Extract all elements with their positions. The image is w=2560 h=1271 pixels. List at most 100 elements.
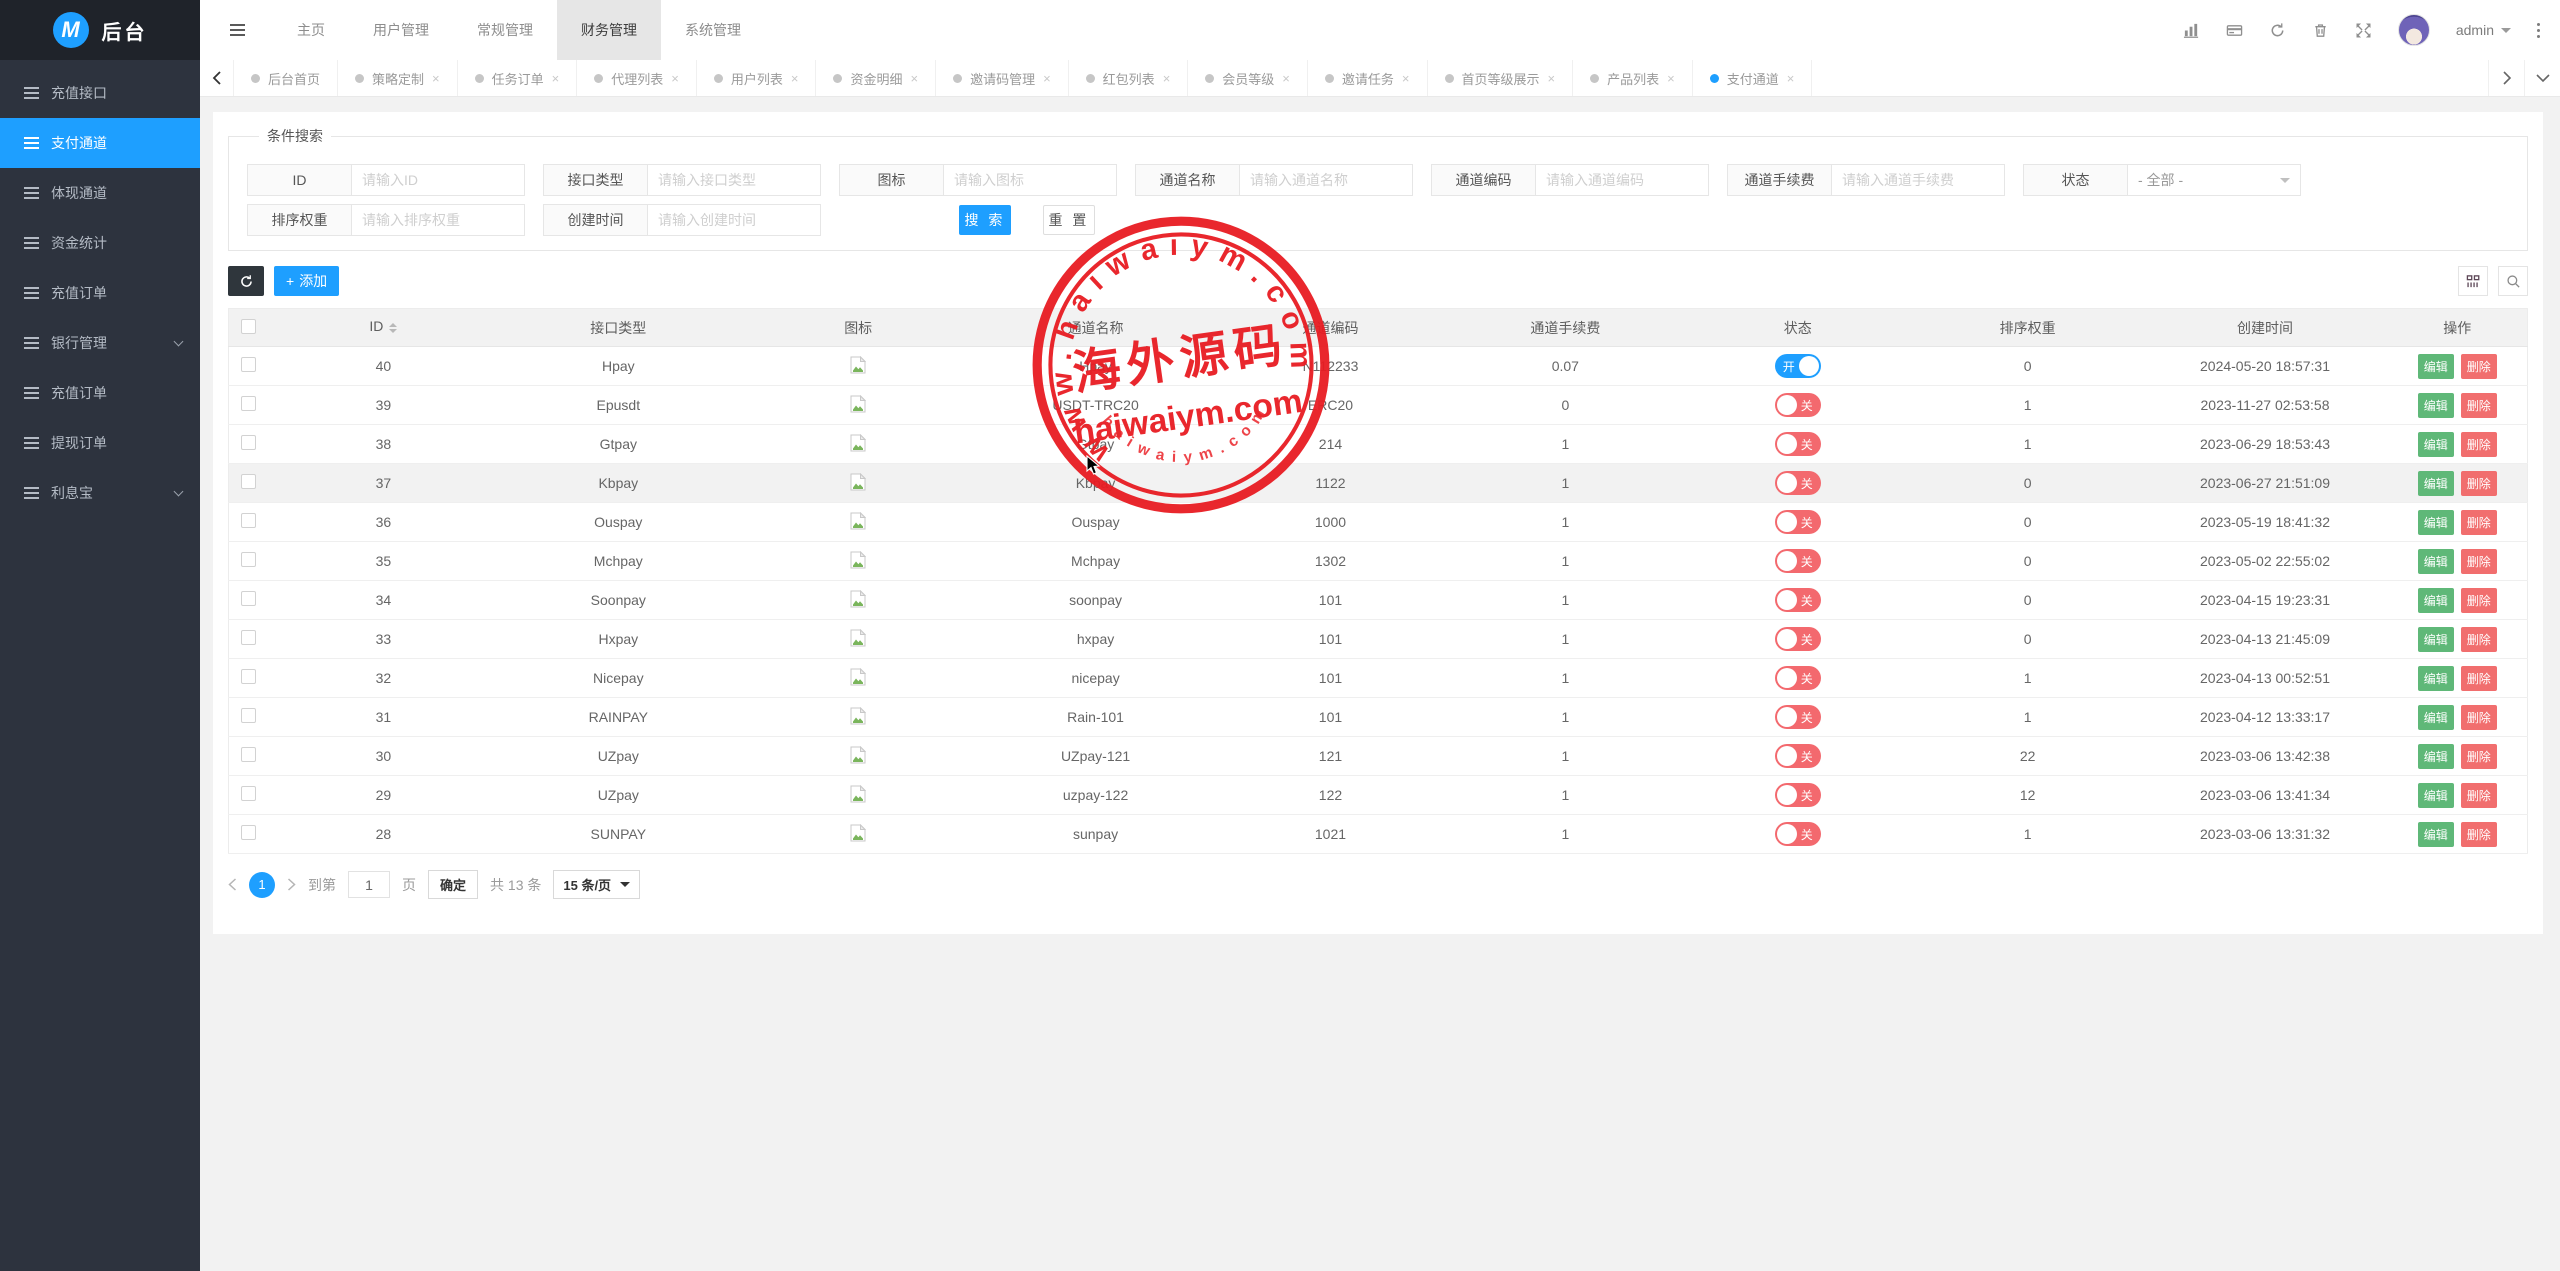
status-toggle[interactable]: 关 [1775, 744, 1821, 768]
status-select[interactable]: - 全部 - [2127, 164, 2301, 196]
row-checkbox[interactable] [241, 396, 256, 411]
tabs-menu-toggle[interactable] [2524, 60, 2560, 96]
status-toggle[interactable]: 开 [1775, 354, 1821, 378]
edit-button[interactable]: 编辑 [2418, 822, 2454, 847]
input-channel-code[interactable] [1535, 164, 1709, 196]
input-id[interactable] [351, 164, 525, 196]
sort-icon[interactable] [389, 319, 397, 337]
delete-button[interactable]: 删除 [2461, 627, 2497, 652]
input-create-time[interactable] [647, 204, 821, 236]
tab[interactable]: 用户列表× [697, 60, 817, 96]
close-icon[interactable]: × [1787, 71, 1795, 86]
delete-button[interactable]: 删除 [2461, 783, 2497, 808]
row-checkbox[interactable] [241, 474, 256, 489]
columns-toggle-icon[interactable] [2458, 266, 2488, 296]
topnav-item[interactable]: 财务管理 [557, 0, 661, 60]
edit-button[interactable]: 编辑 [2418, 432, 2454, 457]
tab[interactable]: 代理列表× [577, 60, 697, 96]
status-toggle[interactable]: 关 [1775, 432, 1821, 456]
tab[interactable]: 任务订单× [458, 60, 578, 96]
status-toggle[interactable]: 关 [1775, 549, 1821, 573]
delete-button[interactable]: 删除 [2461, 471, 2497, 496]
topnav-item[interactable]: 用户管理 [349, 0, 453, 60]
edit-button[interactable]: 编辑 [2418, 627, 2454, 652]
row-checkbox[interactable] [241, 513, 256, 528]
sidebar-item[interactable]: 提现订单 [0, 418, 200, 468]
per-page-select[interactable]: 15 条/页 [553, 870, 640, 899]
edit-button[interactable]: 编辑 [2418, 354, 2454, 379]
tabs-scroll-right[interactable] [2488, 60, 2524, 96]
row-checkbox[interactable] [241, 708, 256, 723]
tab[interactable]: 邀请任务× [1308, 60, 1428, 96]
status-toggle[interactable]: 关 [1775, 510, 1821, 534]
next-page-icon[interactable] [287, 878, 296, 891]
row-checkbox[interactable] [241, 747, 256, 762]
sidebar-item[interactable]: 体现通道 [0, 168, 200, 218]
delete-button[interactable]: 删除 [2461, 588, 2497, 613]
input-icon[interactable] [943, 164, 1117, 196]
topnav-item[interactable]: 系统管理 [661, 0, 765, 60]
search-button[interactable]: 搜 索 [959, 205, 1011, 235]
close-icon[interactable]: × [552, 71, 560, 86]
tab[interactable]: 支付通道× [1693, 60, 1813, 96]
edit-button[interactable]: 编辑 [2418, 783, 2454, 808]
row-checkbox[interactable] [241, 357, 256, 372]
edit-button[interactable]: 编辑 [2418, 666, 2454, 691]
user-menu[interactable]: admin [2456, 22, 2511, 38]
edit-button[interactable]: 编辑 [2418, 549, 2454, 574]
close-icon[interactable]: × [1163, 71, 1171, 86]
row-checkbox[interactable] [241, 825, 256, 840]
close-icon[interactable]: × [1667, 71, 1675, 86]
select-all-checkbox[interactable] [241, 319, 256, 334]
topnav-item[interactable]: 主页 [273, 0, 349, 60]
input-channel-name[interactable] [1239, 164, 1413, 196]
delete-button[interactable]: 删除 [2461, 393, 2497, 418]
confirm-page-button[interactable]: 确定 [428, 870, 478, 899]
page-number[interactable]: 1 [249, 872, 275, 898]
edit-button[interactable]: 编辑 [2418, 393, 2454, 418]
user-avatar[interactable] [2398, 14, 2430, 46]
prev-page-icon[interactable] [228, 878, 237, 891]
close-icon[interactable]: × [791, 71, 799, 86]
sidebar-item[interactable]: 支付通道 [0, 118, 200, 168]
close-icon[interactable]: × [1548, 71, 1556, 86]
delete-button[interactable]: 删除 [2461, 666, 2497, 691]
delete-button[interactable]: 删除 [2461, 354, 2497, 379]
close-icon[interactable]: × [1282, 71, 1290, 86]
sidebar-item[interactable]: 利息宝 [0, 468, 200, 518]
status-toggle[interactable]: 关 [1775, 588, 1821, 612]
status-toggle[interactable]: 关 [1775, 471, 1821, 495]
delete-button[interactable]: 删除 [2461, 744, 2497, 769]
close-icon[interactable]: × [910, 71, 918, 86]
close-icon[interactable]: × [432, 71, 440, 86]
tab[interactable]: 首页等级展示× [1428, 60, 1574, 96]
status-toggle[interactable]: 关 [1775, 783, 1821, 807]
refresh-icon[interactable] [2269, 22, 2286, 39]
refresh-table-button[interactable] [228, 266, 264, 296]
tab[interactable]: 会员等级× [1188, 60, 1308, 96]
tab[interactable]: 红包列表× [1069, 60, 1189, 96]
reset-button[interactable]: 重 置 [1043, 205, 1095, 235]
input-channel-fee[interactable] [1831, 164, 2005, 196]
row-checkbox[interactable] [241, 630, 256, 645]
edit-button[interactable]: 编辑 [2418, 510, 2454, 535]
row-checkbox[interactable] [241, 669, 256, 684]
goto-page-input[interactable] [348, 871, 390, 898]
edit-button[interactable]: 编辑 [2418, 471, 2454, 496]
tab[interactable]: 产品列表× [1573, 60, 1693, 96]
delete-button[interactable]: 删除 [2461, 705, 2497, 730]
status-toggle[interactable]: 关 [1775, 627, 1821, 651]
sidebar-item[interactable]: 充值订单 [0, 368, 200, 418]
delete-button[interactable]: 删除 [2461, 510, 2497, 535]
close-icon[interactable]: × [1043, 71, 1051, 86]
search-toggle-icon[interactable] [2498, 266, 2528, 296]
sidebar-item[interactable]: 资金统计 [0, 218, 200, 268]
edit-button[interactable]: 编辑 [2418, 588, 2454, 613]
delete-button[interactable]: 删除 [2461, 549, 2497, 574]
tab[interactable]: 资金明细× [816, 60, 936, 96]
close-icon[interactable]: × [671, 71, 679, 86]
sidebar-item[interactable]: 充值订单 [0, 268, 200, 318]
row-checkbox[interactable] [241, 786, 256, 801]
edit-button[interactable]: 编辑 [2418, 744, 2454, 769]
input-sort-weight[interactable] [351, 204, 525, 236]
